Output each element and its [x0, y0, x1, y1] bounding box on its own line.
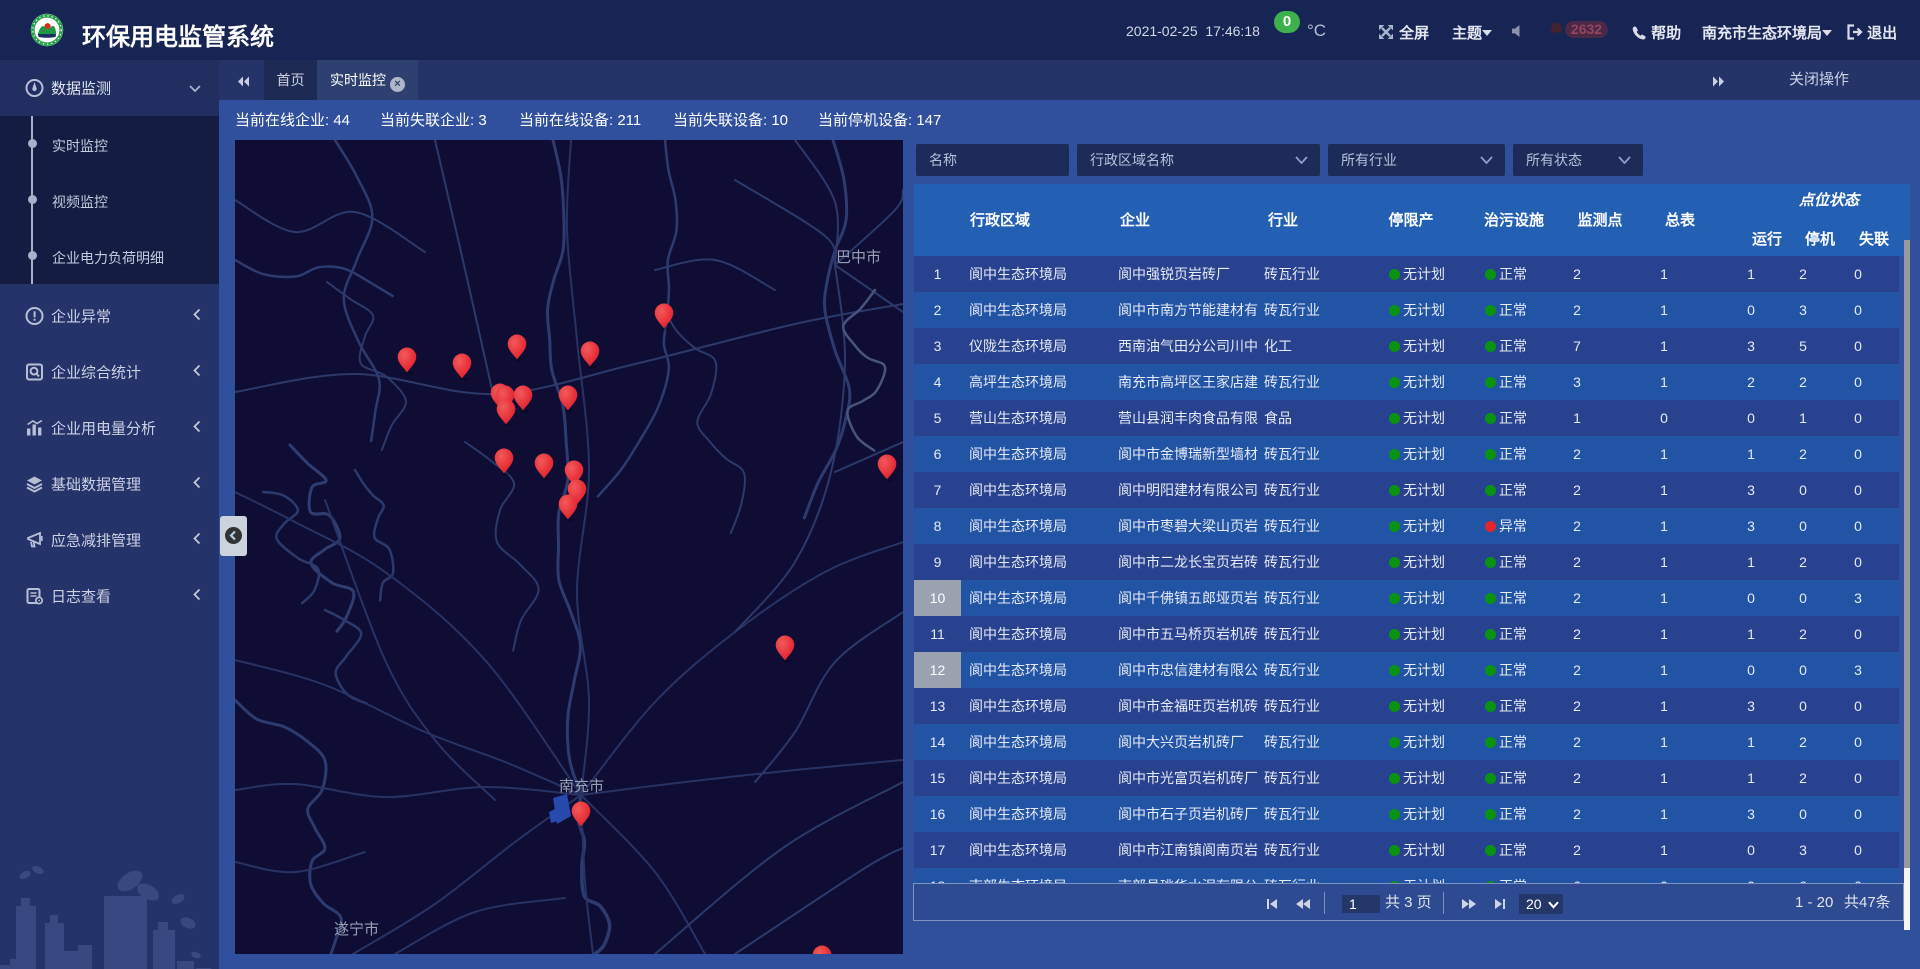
- svg-text:遂宁市: 遂宁市: [334, 921, 379, 938]
- svg-text:巴中市: 巴中市: [836, 249, 881, 266]
- svg-text:南充市: 南充市: [559, 778, 604, 795]
